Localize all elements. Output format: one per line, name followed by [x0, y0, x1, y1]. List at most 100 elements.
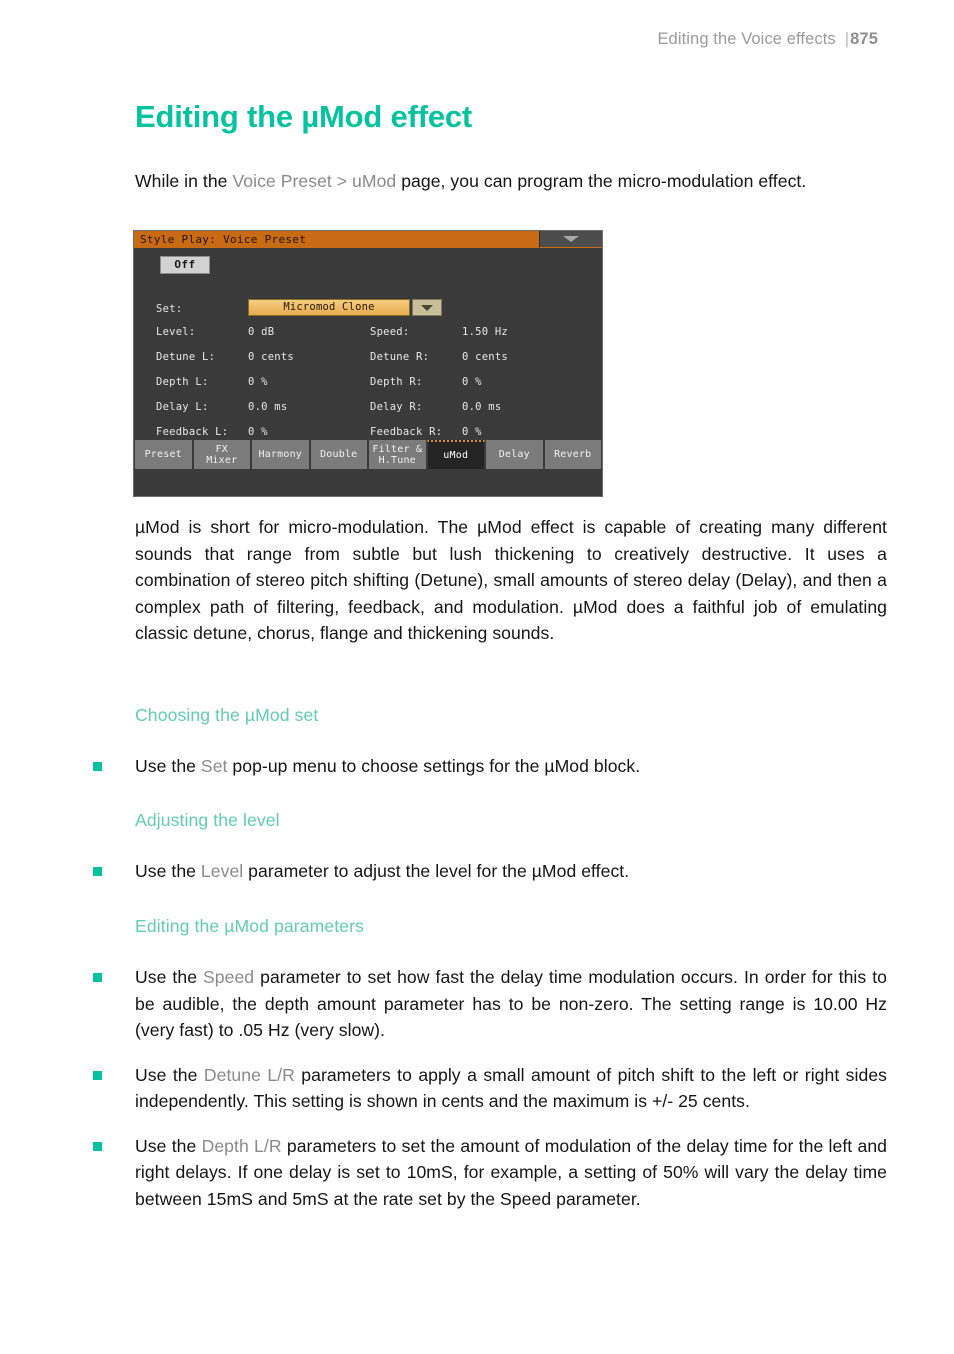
device-tab-preset[interactable]: Preset [134, 440, 193, 469]
list-item-ui-reference: Set [200, 756, 228, 776]
device-parameter-label: Delay L: [156, 401, 209, 413]
device-parameter-label: Detune R: [370, 351, 430, 363]
list-item-suffix: pop-up menu to choose settings for the µ… [227, 756, 641, 776]
page-number-separator: | [844, 30, 850, 48]
section-heading-parameters: Editing the µMod parameters [135, 916, 364, 936]
device-set-combobox[interactable]: Micromod Clone [248, 299, 442, 316]
device-parameter-value[interactable]: 0 % [248, 376, 268, 388]
section-editing-umod-parameters: Editing the µMod parameters Use the Spee… [93, 914, 887, 1213]
intro-paragraph: While in the Voice Preset > uMod page, y… [135, 168, 883, 195]
device-tab-fx[interactable]: FX Mixer [192, 440, 251, 469]
device-screenshot-figure: Style Play: Voice Preset Off Set: Microm… [133, 230, 603, 497]
device-tab-filter[interactable]: Filter & H.Tune [368, 440, 427, 469]
device-tab-label: Delay [498, 449, 530, 460]
device-body: Off Set: Micromod Clone Level: 0 dB Speed:… [134, 248, 602, 469]
device-parameter-row: Level: 0 dB Speed: 1.50 Hz [134, 326, 602, 351]
bullet-square-icon [93, 1070, 102, 1080]
list-item-prefix: Use the [135, 967, 204, 987]
list-item: Use the Detune L/R parameters to apply a… [93, 1062, 887, 1115]
list-item-prefix: Use the [135, 1135, 202, 1156]
list-item: Use the Depth L/R parameters to set the … [93, 1133, 887, 1213]
section-heading-level: Adjusting the level [135, 810, 280, 830]
device-effect-onoff-button[interactable]: Off [160, 256, 210, 274]
section-heading-choosing: Choosing the µMod set [135, 705, 319, 725]
device-parameter-value[interactable]: 0 % [462, 376, 482, 388]
device-parameter-label: Depth R: [370, 376, 423, 388]
device-set-value[interactable]: Micromod Clone [248, 299, 410, 316]
device-tab-umod[interactable]: uMod [426, 440, 485, 469]
intro-suffix: page, you can program the micro-modulati… [396, 171, 807, 191]
section-adjusting-level: Adjusting the level Use the Level parame… [93, 808, 887, 885]
device-titlebar: Style Play: Voice Preset [134, 231, 602, 248]
running-header-title: Editing the Voice effects [657, 30, 836, 48]
device-set-dropdown-button[interactable] [412, 299, 442, 316]
device-parameter-label: Delay R: [370, 401, 423, 413]
device-tab-bar: Preset FX Mixer Harmony Double Filter & H.Tune… [134, 440, 602, 469]
device-tab-label-line2: H.Tune [378, 454, 416, 466]
running-header: Editing the Voice effects | 875 [657, 30, 878, 49]
device-parameter-row: Depth L: 0 % Depth R: 0 % [134, 376, 602, 401]
intro-prefix: While in the [135, 171, 233, 191]
device-parameter-value[interactable]: 0 % [248, 426, 268, 438]
device-parameter-value[interactable]: 0 % [462, 426, 482, 438]
page-title: Editing the µMod effect [135, 99, 473, 134]
list-item-prefix: Use the [135, 756, 201, 776]
device-parameter-label: Depth L: [156, 376, 209, 388]
device-parameter-label: Feedback L: [156, 426, 229, 438]
device-parameter-row: Detune L: 0 cents Detune R: 0 cents [134, 351, 602, 376]
section-choosing-umod-set: Choosing the µMod set Use the Set pop-up… [93, 703, 887, 780]
device-tab-label-line2: Mixer [206, 454, 238, 466]
device-tab-label: FX [215, 443, 228, 455]
device-page-menu-button[interactable] [539, 231, 602, 248]
bullet-square-icon [93, 973, 102, 982]
list-item-text: Use the Detune L/R parameters to apply a… [135, 1062, 887, 1115]
intro-ui-reference: Voice Preset > uMod [232, 171, 397, 191]
device-parameter-value[interactable]: 0 cents [462, 351, 508, 363]
device-tab-delay[interactable]: Delay [485, 440, 544, 469]
device-parameter-label: Level: [156, 326, 196, 338]
list-item-text: Use the Level parameter to adjust the le… [135, 858, 887, 885]
page-number: | 875 [845, 30, 878, 49]
list-item-text: Use the Depth L/R parameters to set the … [135, 1133, 887, 1213]
device-parameter-value[interactable]: 0 dB [248, 326, 274, 338]
list-item-prefix: Use the [135, 861, 201, 881]
device-tab-label: Filter & [372, 443, 423, 455]
list-item: Use the Level parameter to adjust the le… [93, 858, 887, 885]
device-tab-double[interactable]: Double [309, 440, 368, 469]
list-item-ui-reference: Level [200, 861, 244, 881]
device-parameter-row: Delay L: 0.0 ms Delay R: 0.0 ms [134, 401, 602, 426]
device-titlebar-title: Style Play: Voice Preset [140, 233, 307, 246]
list-item-ui-reference: Detune L/R [203, 1064, 295, 1085]
list-item-text: Use the Set pop-up menu to choose settin… [135, 753, 887, 780]
device-tab-label: Reverb [554, 449, 592, 460]
body-paragraph: µMod is short for micro-modulation. The … [135, 517, 887, 643]
chevron-down-icon [421, 304, 433, 311]
bullet-square-icon [93, 1141, 102, 1151]
list-item-text: Use the Speed parameter to set how fast … [135, 964, 887, 1044]
list-item: Use the Set pop-up menu to choose settin… [93, 753, 887, 780]
parameter-bullet-list: Use the Speed parameter to set how fast … [93, 964, 887, 1213]
list-item-prefix: Use the [135, 1064, 204, 1085]
device-tab-label: uMod [443, 450, 469, 461]
device-parameter-label: Speed: [370, 326, 410, 338]
device-parameter-value[interactable]: 0 cents [248, 351, 294, 363]
device-tab-label: Double [320, 449, 358, 460]
chevron-down-icon [563, 236, 579, 242]
device-parameter-value[interactable]: 0.0 ms [248, 401, 287, 413]
page-number-value: 875 [850, 30, 878, 48]
list-item-ui-reference: Speed [203, 967, 255, 987]
bullet-square-icon [93, 762, 102, 771]
device-tab-label: Preset [144, 449, 182, 460]
device-parameter-label: Detune L: [156, 351, 216, 363]
device-tab-label: Harmony [258, 449, 303, 460]
device-tab-harmony[interactable]: Harmony [251, 440, 310, 469]
bullet-square-icon [93, 867, 102, 876]
device-parameter-value[interactable]: 0.0 ms [462, 401, 501, 413]
device-parameter-value[interactable]: 1.50 Hz [462, 326, 508, 338]
list-item-suffix: parameter to adjust the level for the µM… [243, 861, 630, 881]
device-tab-reverb[interactable]: Reverb [543, 440, 602, 469]
device-set-label: Set: [156, 303, 183, 315]
list-item: Use the Speed parameter to set how fast … [93, 964, 887, 1044]
device-parameter-label: Feedback R: [370, 426, 443, 438]
list-item-ui-reference: Depth L/R [201, 1135, 282, 1156]
